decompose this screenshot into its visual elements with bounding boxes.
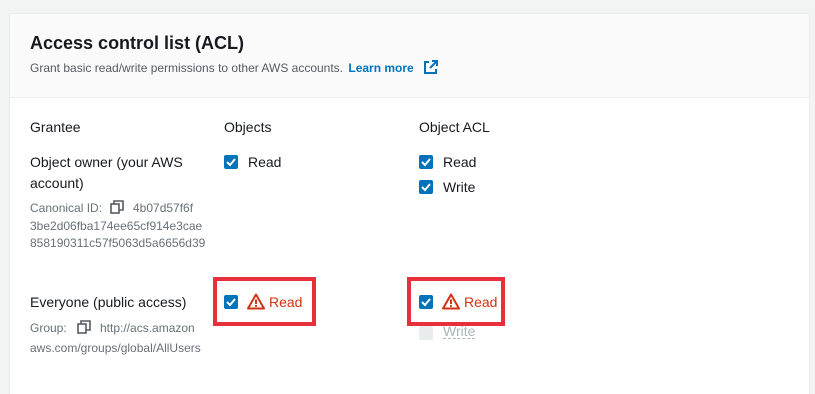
column-object-acl: Object ACL <box>419 119 490 135</box>
everyone-group-first: http://acs.amazon <box>100 321 195 335</box>
owner-objects-read-label: Read <box>248 154 282 170</box>
owner-acl-write-label: Write <box>443 179 476 195</box>
external-link-icon[interactable] <box>423 60 439 78</box>
panel-header: Access control list (ACL) Grant basic re… <box>10 14 809 98</box>
owner-id-rest: 3be2d06fba174ee65cf914e3cae858190311c57f… <box>30 219 206 250</box>
everyone-group-rest: aws.com/groups/global/AllUsers <box>30 341 201 355</box>
learn-more-link[interactable]: Learn more <box>348 61 413 75</box>
owner-acl-read-checkbox[interactable] <box>419 155 433 169</box>
owner-id-label: Canonical ID: <box>30 201 103 215</box>
owner-acl-write-checkbox[interactable] <box>419 180 433 194</box>
description-text: Grant basic read/write permissions to ot… <box>30 61 344 75</box>
everyone-acl-write-label: Write <box>443 323 476 339</box>
panel-title: Access control list (ACL) <box>30 33 245 53</box>
everyone-objects-read-checkbox[interactable] <box>224 295 238 309</box>
warning-icon <box>247 293 265 315</box>
everyone-objects-read-label: Read <box>269 294 303 310</box>
owner-objects-read-checkbox[interactable] <box>224 155 238 169</box>
everyone-acl-read-checkbox[interactable] <box>419 295 433 309</box>
owner-id-first: 4b07d57f6f <box>133 201 194 215</box>
everyone-acl-read-label: Read <box>464 294 498 310</box>
owner-acl-read-label: Read <box>443 154 477 170</box>
everyone-acl-write-checkbox <box>419 326 433 340</box>
panel-description: Grant basic read/write permissions to ot… <box>30 60 439 78</box>
everyone-grantee-name: Everyone (public access) <box>30 294 187 310</box>
warning-icon <box>442 293 460 315</box>
column-grantee: Grantee <box>30 119 81 135</box>
owner-grantee-name: Object owner (your AWS account) <box>30 154 183 191</box>
copy-icon[interactable] <box>110 200 124 219</box>
column-objects: Objects <box>224 119 272 135</box>
copy-icon[interactable] <box>77 320 91 339</box>
everyone-group-label: Group: <box>30 321 67 335</box>
